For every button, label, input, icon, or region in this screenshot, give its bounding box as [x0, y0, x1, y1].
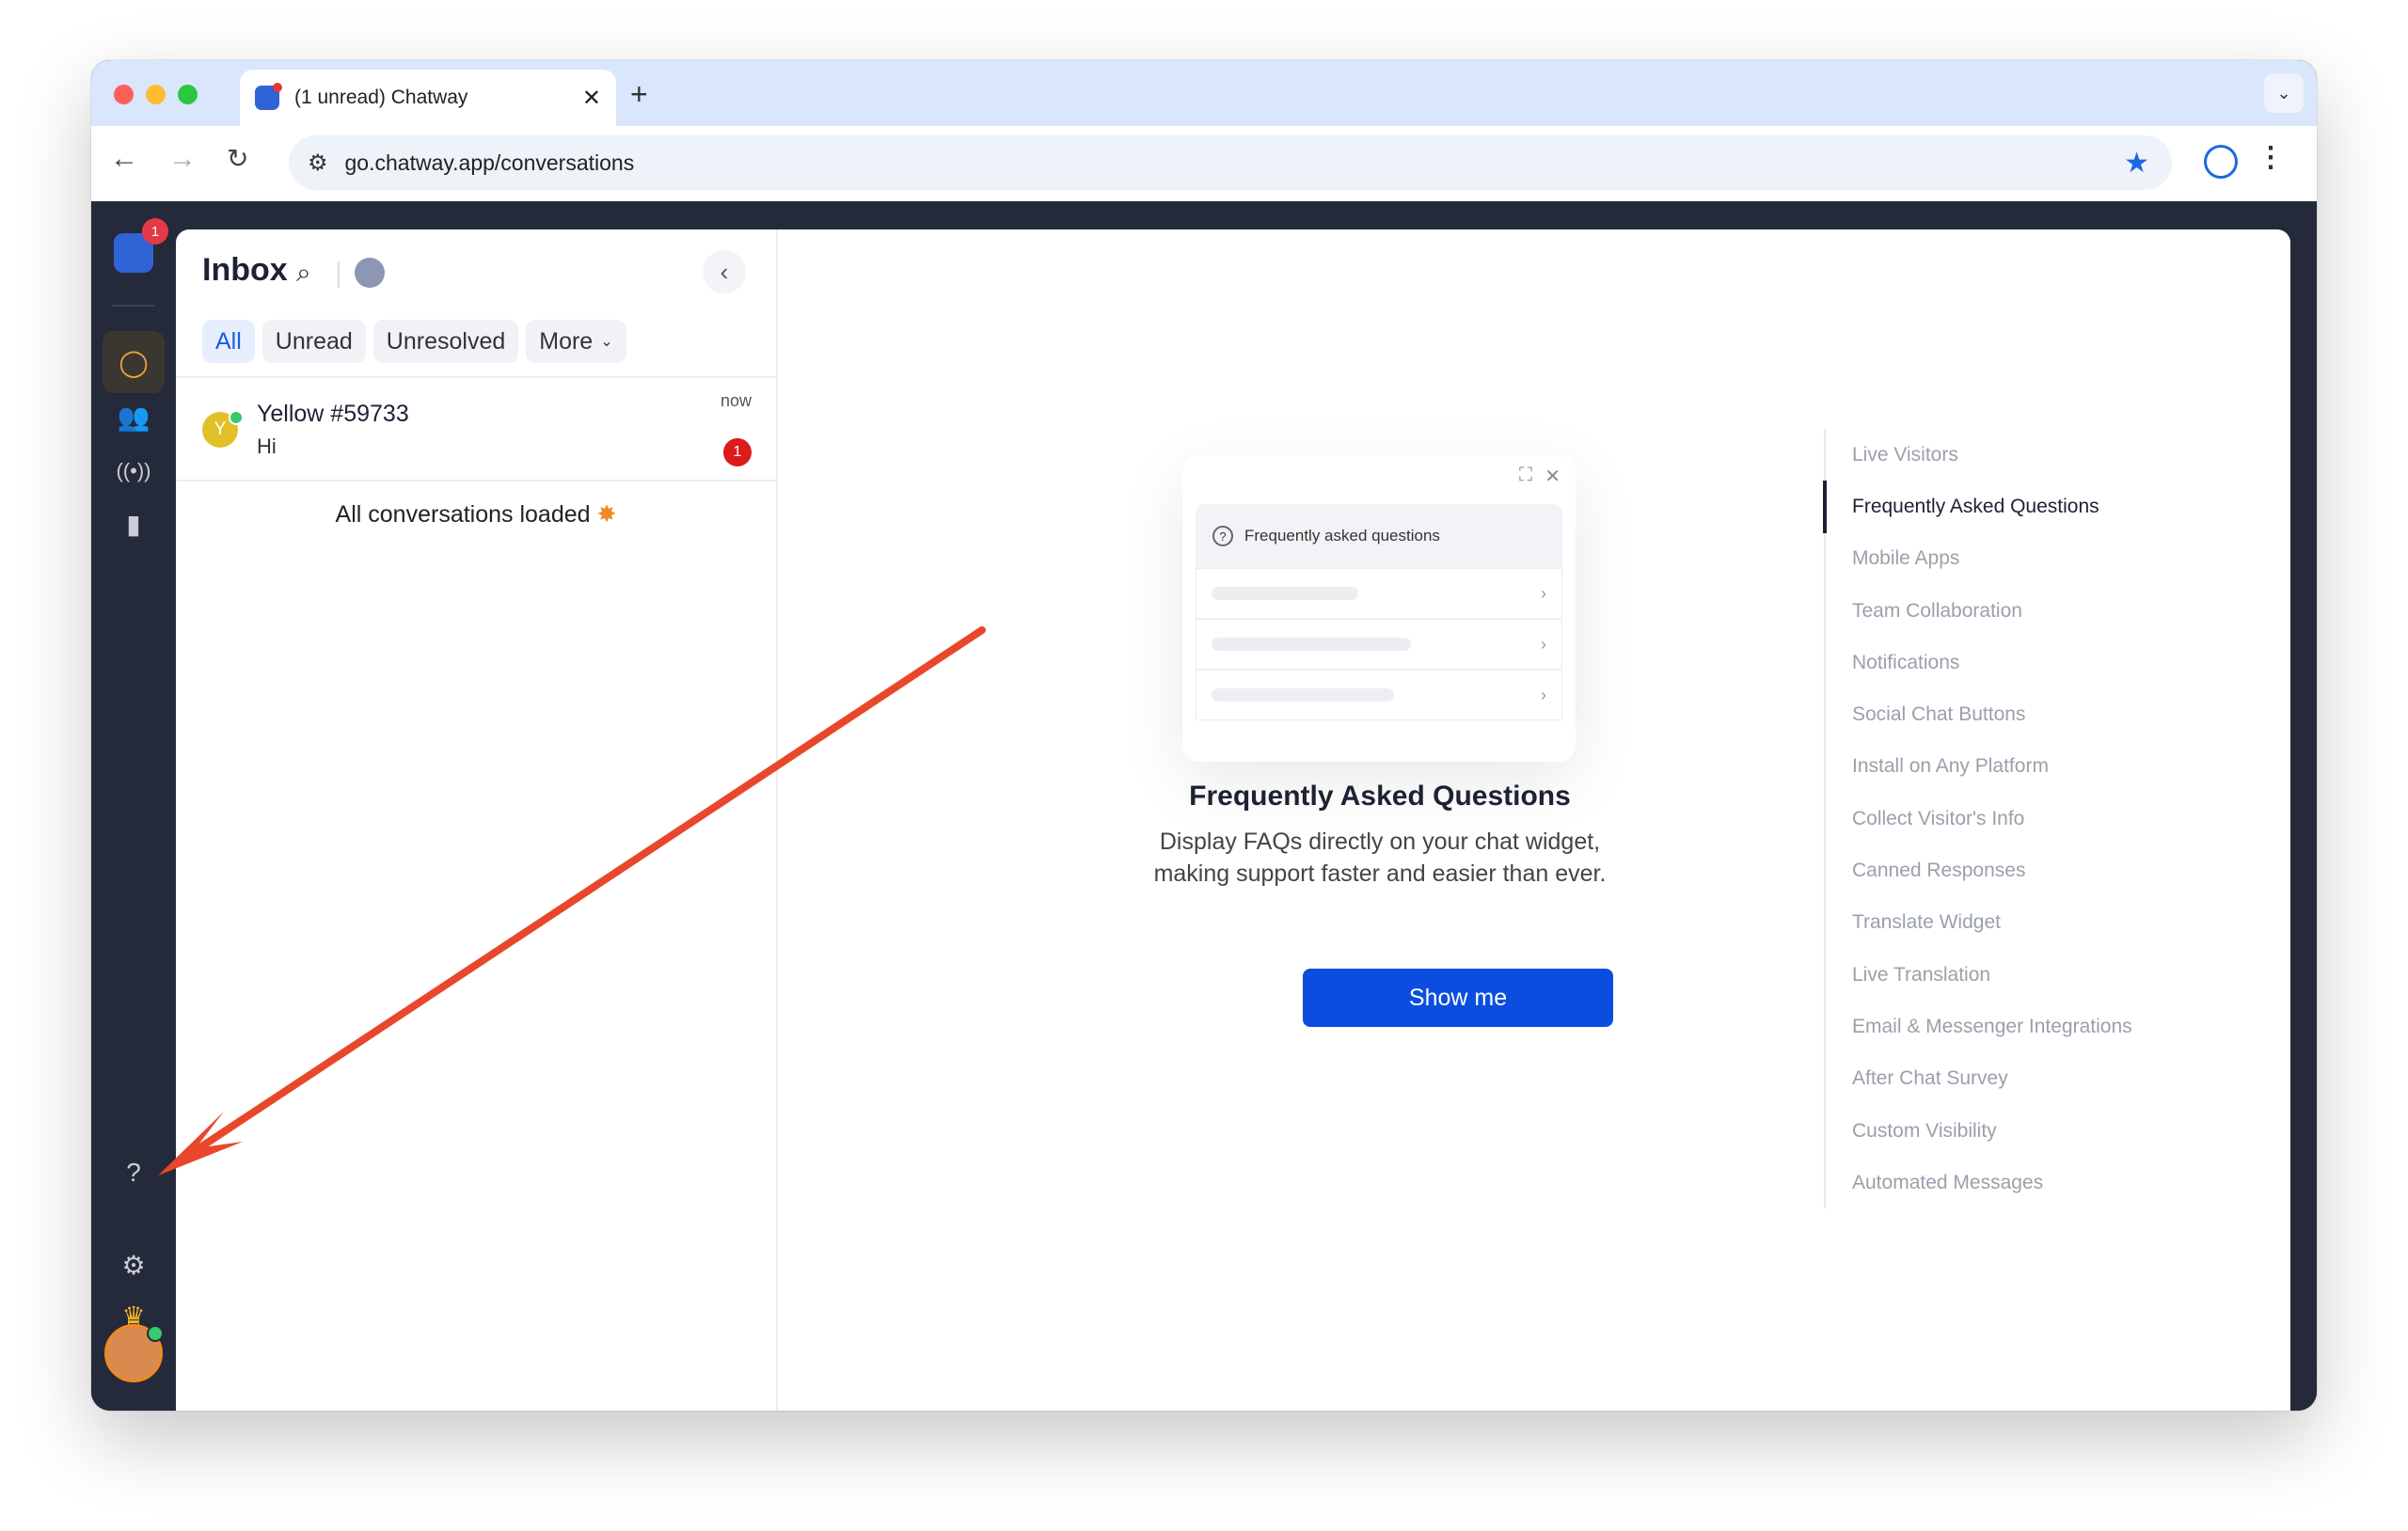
chatway-favicon-icon	[255, 83, 282, 110]
feature-list-item[interactable]: Install on Any Platform	[1826, 741, 2294, 793]
feature-list-item[interactable]: Custom Visibility	[1826, 1105, 2294, 1157]
chevron-down-icon: ⌄	[600, 334, 613, 350]
tab-strip: (1 unread) Chatway ✕ + ⌄	[91, 60, 2317, 126]
chevron-down-icon: ⌄	[2276, 83, 2291, 103]
filter-unresolved[interactable]: Unresolved	[372, 320, 519, 363]
profile-icon[interactable]	[2204, 145, 2238, 179]
inbox-title: Inbox	[202, 252, 288, 288]
chat-icon: ◯	[119, 347, 149, 377]
users-icon: 👥	[117, 402, 150, 432]
filter-all[interactable]: All	[202, 320, 255, 363]
browser-toolbar: ← → ↻ ⚙ go.chatway.app/conversations ★ ⋮	[91, 126, 2317, 201]
feature-list-item[interactable]: Automated Messages	[1826, 1157, 2294, 1208]
zoom-window-button[interactable]	[178, 85, 198, 104]
settings-icon: ⚙	[121, 1250, 146, 1280]
conversation-item[interactable]: Y Yellow #59733 Hi now 1	[176, 378, 776, 481]
filter-unread[interactable]: Unread	[261, 320, 366, 363]
feature-list-item[interactable]: Email & Messenger Integrations	[1826, 1001, 2294, 1052]
faq-preview-header: ? Frequently asked questions	[1196, 504, 1562, 568]
url-text[interactable]: go.chatway.app/conversations	[345, 150, 635, 176]
collapse-pane-button[interactable]: ‹	[703, 250, 746, 293]
bookmark-star-icon[interactable]: ★	[2124, 147, 2149, 180]
rail-item-conversations[interactable]: ◯	[103, 331, 165, 393]
close-window-button[interactable]	[114, 85, 134, 104]
chevron-left-icon: ‹	[720, 257, 729, 286]
chatway-app: 1 ◯ 👥 ((•)) ▮ ? ⚙ ♛ Inbox ⌕ ‹ All Unread…	[91, 201, 2317, 1411]
feature-description: Display FAQs directly on your chat widge…	[1153, 829, 1607, 887]
feature-showcase: ⛶ ✕ ? Frequently asked questions › › › F…	[778, 229, 2290, 1411]
sparkle-icon: ✸	[596, 501, 617, 528]
address-bar[interactable]: ⚙ go.chatway.app/conversations ★	[289, 135, 2172, 190]
feature-list-item[interactable]: Live Translation	[1826, 949, 2294, 1001]
rail-item-analytics[interactable]: ▮	[103, 493, 165, 555]
left-rail: 1 ◯ 👥 ((•)) ▮ ? ⚙ ♛	[91, 201, 176, 1411]
feature-list-item[interactable]: Team Collaboration	[1826, 585, 2294, 637]
feature-list-item[interactable]: Collect Visitor's Info	[1826, 793, 2294, 844]
feature-list-item[interactable]: Mobile Apps	[1826, 533, 2294, 585]
reload-icon[interactable]: ↻	[227, 143, 248, 174]
browser-menu-icon[interactable]: ⋮	[2257, 141, 2285, 174]
expand-icon: ⛶	[1519, 465, 1532, 485]
notification-badge: 1	[142, 218, 168, 245]
feature-list-item[interactable]: Frequently Asked Questions	[1823, 481, 2294, 533]
rail-item-help[interactable]: ?	[103, 1142, 165, 1204]
analytics-icon: ▮	[126, 509, 141, 539]
broadcast-icon: ((•))	[116, 459, 151, 482]
conversations-loaded-status: All conversations loaded ✸	[176, 500, 776, 529]
inbox-pane: Inbox ⌕ ‹ All Unread Unresolved More ⌄ Y …	[176, 229, 778, 1411]
feature-list-item[interactable]: Social Chat Buttons	[1826, 688, 2294, 740]
filter-more[interactable]: More ⌄	[526, 320, 626, 363]
faq-widget-preview: ⛶ ✕ ? Frequently asked questions › › ›	[1182, 455, 1576, 762]
show-me-button[interactable]: Show me	[1303, 969, 1613, 1027]
rail-item-visitors[interactable]: 👥	[103, 386, 165, 448]
help-icon: ?	[126, 1158, 141, 1187]
agent-avatar[interactable]	[355, 258, 385, 288]
feature-list-item[interactable]: Translate Widget	[1826, 897, 2294, 949]
search-icon[interactable]: ⌕	[296, 258, 311, 289]
header-divider	[338, 261, 340, 288]
feature-title: Frequently Asked Questions	[1189, 781, 1571, 812]
unread-badge: 1	[723, 438, 752, 466]
new-tab-button[interactable]: +	[630, 77, 648, 112]
browser-window: (1 unread) Chatway ✕ + ⌄ ← → ↻ ⚙ go.chat…	[91, 60, 2317, 1411]
tab-close-icon[interactable]: ✕	[582, 85, 601, 112]
faq-preview-row: ›	[1196, 568, 1562, 619]
visitor-avatar: Y	[202, 410, 244, 448]
feature-list-item[interactable]: Live Visitors	[1826, 429, 2294, 481]
faq-preview-row: ›	[1196, 619, 1562, 670]
main-panel: Inbox ⌕ ‹ All Unread Unresolved More ⌄ Y …	[176, 229, 2290, 1411]
faq-preview-row: ›	[1196, 670, 1562, 720]
inbox-filters: All Unread Unresolved More ⌄	[202, 320, 626, 363]
close-icon: ✕	[1545, 466, 1560, 487]
minimize-window-button[interactable]	[146, 85, 166, 104]
message-time: now	[720, 391, 752, 410]
last-message: Hi	[257, 434, 277, 458]
forward-icon[interactable]: →	[168, 143, 197, 175]
question-icon: ?	[1212, 526, 1233, 546]
tab-search-button[interactable]: ⌄	[2264, 73, 2304, 113]
faq-preview-title: Frequently asked questions	[1244, 527, 1440, 545]
feature-list-item[interactable]: Notifications	[1826, 637, 2294, 688]
loaded-text: All conversations loaded	[335, 501, 591, 528]
feature-list: Live Visitors Frequently Asked Questions M…	[1823, 429, 2294, 1209]
filter-more-label: More	[539, 327, 594, 355]
feature-list-item[interactable]: After Chat Survey	[1826, 1053, 2294, 1105]
visitor-name: Yellow #59733	[257, 401, 409, 427]
browser-tab[interactable]: (1 unread) Chatway ✕	[240, 70, 616, 126]
site-settings-icon[interactable]: ⚙	[308, 150, 328, 177]
user-avatar[interactable]	[104, 1324, 164, 1382]
tab-title: (1 unread) Chatway	[294, 87, 468, 108]
rail-divider	[112, 305, 155, 307]
back-icon[interactable]: ←	[110, 143, 138, 175]
feature-list-item[interactable]: Canned Responses	[1826, 844, 2294, 896]
